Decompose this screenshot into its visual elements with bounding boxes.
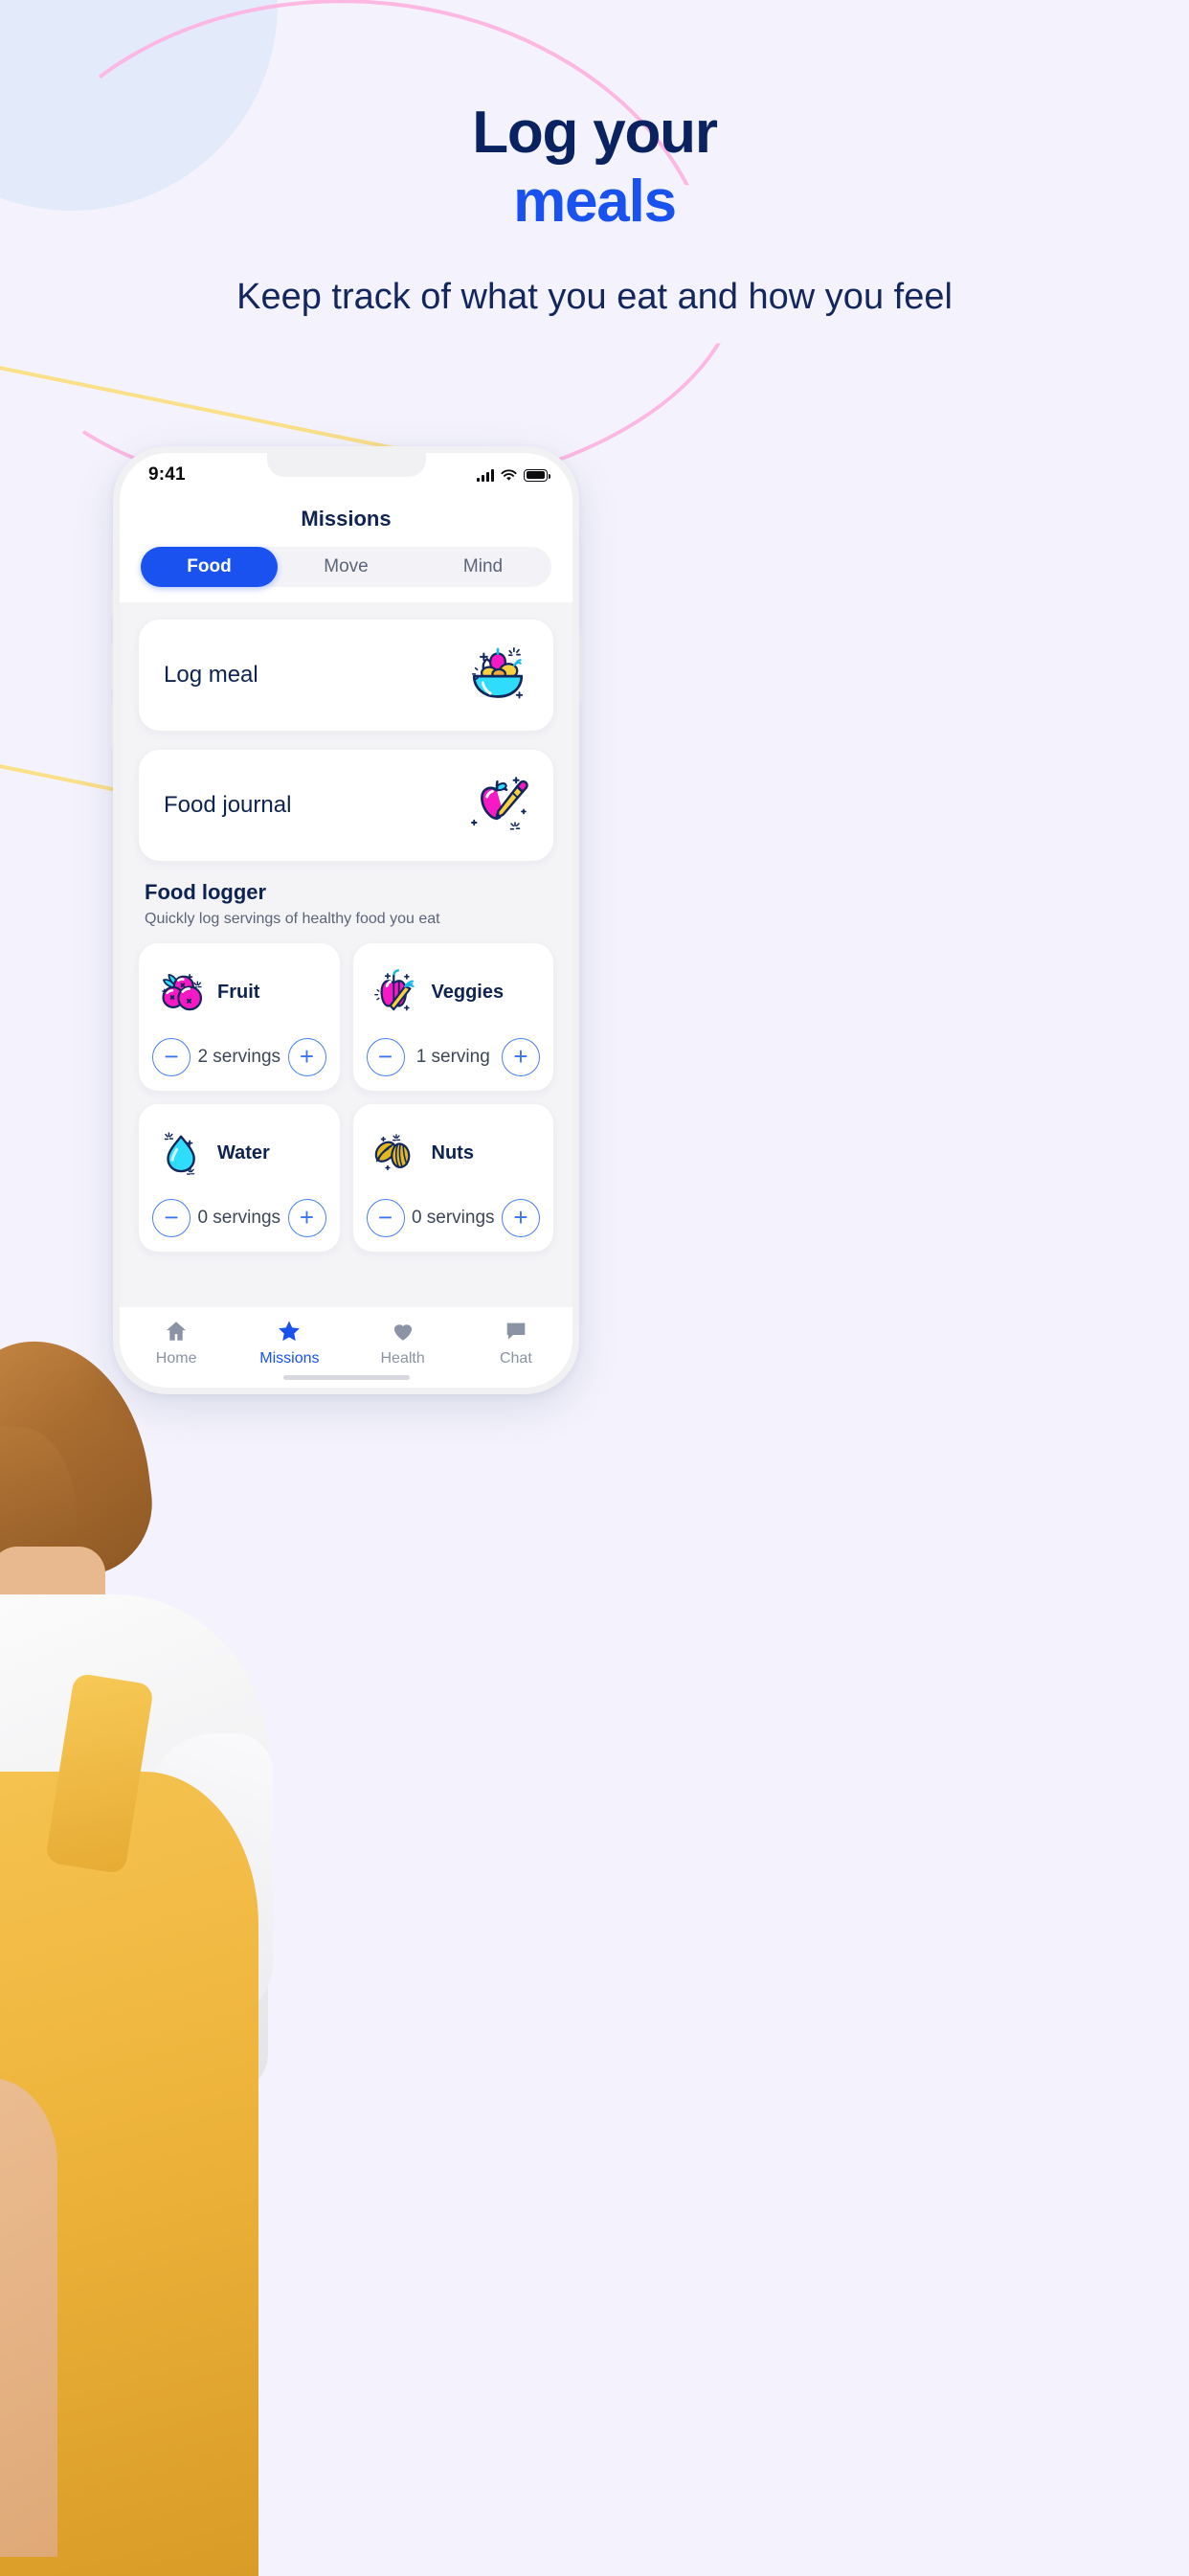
app-header: Missions Food Move Mind xyxy=(120,497,572,602)
logger-card-nuts-header: Nuts xyxy=(365,1119,543,1186)
card-log-meal-label: Log meal xyxy=(164,662,258,688)
nav-label-missions: Missions xyxy=(259,1350,320,1367)
heart-icon xyxy=(393,1324,412,1341)
logger-card-water[interactable]: Water − 0 servings + xyxy=(139,1104,340,1252)
water-servings-value: 0 servings xyxy=(197,1208,281,1228)
phone-notch xyxy=(266,453,426,477)
tab-food[interactable]: Food xyxy=(141,547,278,587)
minus-icon: − xyxy=(164,1041,179,1071)
tab-move[interactable]: Move xyxy=(278,547,415,587)
decrement-nuts-button[interactable]: − xyxy=(366,1199,405,1237)
phone-volume-down-button xyxy=(110,703,113,749)
nav-item-health[interactable]: Health xyxy=(347,1319,460,1367)
logger-card-fruit[interactable]: Fruit − 2 servings + xyxy=(139,943,340,1091)
battery-full-icon xyxy=(524,468,550,482)
hero-subtitle: Keep track of what you eat and how you f… xyxy=(236,277,953,318)
star-icon xyxy=(279,1321,301,1342)
logger-card-veggies-label: Veggies xyxy=(431,981,505,1003)
home-icon xyxy=(167,1322,187,1341)
person-photo xyxy=(0,1322,345,2576)
water-drop-icon xyxy=(164,1132,195,1175)
card-food-journal-label: Food journal xyxy=(164,792,292,818)
plus-icon: + xyxy=(513,1202,528,1232)
person-arm xyxy=(0,2078,57,2557)
logger-card-nuts[interactable]: Nuts − 0 servings + xyxy=(352,1104,553,1252)
plus-icon: + xyxy=(299,1202,315,1232)
logger-card-water-label: Water xyxy=(217,1141,270,1164)
increment-veggies-button[interactable]: + xyxy=(502,1038,540,1076)
logger-stepper-water: − 0 servings + xyxy=(150,1198,328,1238)
pepper-carrot-icon xyxy=(373,969,415,1011)
logger-card-nuts-label: Nuts xyxy=(431,1141,474,1164)
berries-icon xyxy=(162,973,203,1011)
page-title: Log your meals xyxy=(0,102,1189,233)
logger-card-veggies-header: Veggies xyxy=(365,959,543,1026)
phone-mockup: 9:41 Missions Food Move Mind Log meal Fo… xyxy=(110,446,582,1394)
hero-title-line-2: meals xyxy=(513,168,677,235)
status-bar-clock: 9:41 xyxy=(148,464,186,485)
hero-title-line-1: Log your xyxy=(472,100,718,166)
app-content: Log meal Food journal Food logger Quickl… xyxy=(120,602,572,1307)
nav-item-missions[interactable]: Missions xyxy=(233,1319,346,1367)
wifi-icon xyxy=(501,468,517,481)
home-indicator xyxy=(282,1375,410,1380)
app-screen-title: Missions xyxy=(301,507,392,531)
phone-power-button xyxy=(579,634,582,701)
food-logger-grid: Fruit − 2 servings + Veggies − 1 serving… xyxy=(139,943,553,1252)
cellular-signal-icon xyxy=(477,468,494,482)
logger-stepper-fruit: − 2 servings + xyxy=(150,1037,328,1077)
decrement-veggies-button[interactable]: − xyxy=(366,1038,405,1076)
segmented-control: Food Move Mind xyxy=(141,547,551,587)
plus-icon: + xyxy=(513,1041,528,1071)
nav-label-home: Home xyxy=(155,1350,197,1367)
minus-icon: − xyxy=(164,1202,179,1232)
status-bar: 9:41 xyxy=(120,453,572,497)
decrement-fruit-button[interactable]: − xyxy=(152,1038,191,1076)
status-bar-icons xyxy=(477,468,550,482)
veggies-servings-value: 1 serving xyxy=(415,1047,490,1067)
plus-icon: + xyxy=(299,1041,315,1071)
nuts-servings-value: 0 servings xyxy=(411,1208,495,1228)
increment-water-button[interactable]: + xyxy=(287,1199,326,1237)
logger-card-veggies[interactable]: Veggies − 1 serving + xyxy=(352,943,553,1091)
food-logger-subtitle: Quickly log servings of healthy food you… xyxy=(145,911,440,927)
increment-fruit-button[interactable]: + xyxy=(287,1038,326,1076)
phone-volume-up-button xyxy=(110,644,113,689)
salad-bowl-icon xyxy=(471,647,524,699)
apple-pencil-icon xyxy=(471,777,528,830)
logger-card-fruit-label: Fruit xyxy=(217,981,260,1003)
logger-stepper-nuts: − 0 servings + xyxy=(365,1198,543,1238)
card-log-meal[interactable]: Log meal xyxy=(139,620,553,731)
hero-section: Log your meals Keep track of what you ea… xyxy=(0,0,1189,321)
phone-silent-switch xyxy=(110,590,113,617)
almonds-icon xyxy=(374,1134,410,1171)
nav-item-chat[interactable]: Chat xyxy=(460,1319,572,1367)
decrement-water-button[interactable]: − xyxy=(152,1199,191,1237)
chat-bubble-icon xyxy=(506,1322,526,1340)
nav-label-health: Health xyxy=(380,1350,425,1367)
minus-icon: − xyxy=(377,1041,393,1071)
tab-mind[interactable]: Mind xyxy=(415,547,551,587)
nav-item-home[interactable]: Home xyxy=(120,1319,233,1367)
food-logger-title: Food logger xyxy=(145,880,267,904)
minus-icon: − xyxy=(377,1202,393,1232)
fruit-servings-value: 2 servings xyxy=(197,1047,281,1067)
increment-nuts-button[interactable]: + xyxy=(502,1199,540,1237)
logger-card-fruit-header: Fruit xyxy=(150,959,328,1026)
logger-stepper-veggies: − 1 serving + xyxy=(365,1037,543,1077)
phone-screen: 9:41 Missions Food Move Mind Log meal Fo… xyxy=(120,453,572,1388)
logger-card-water-header: Water xyxy=(150,1119,328,1186)
nav-label-chat: Chat xyxy=(499,1350,532,1367)
card-food-journal[interactable]: Food journal xyxy=(139,750,553,861)
